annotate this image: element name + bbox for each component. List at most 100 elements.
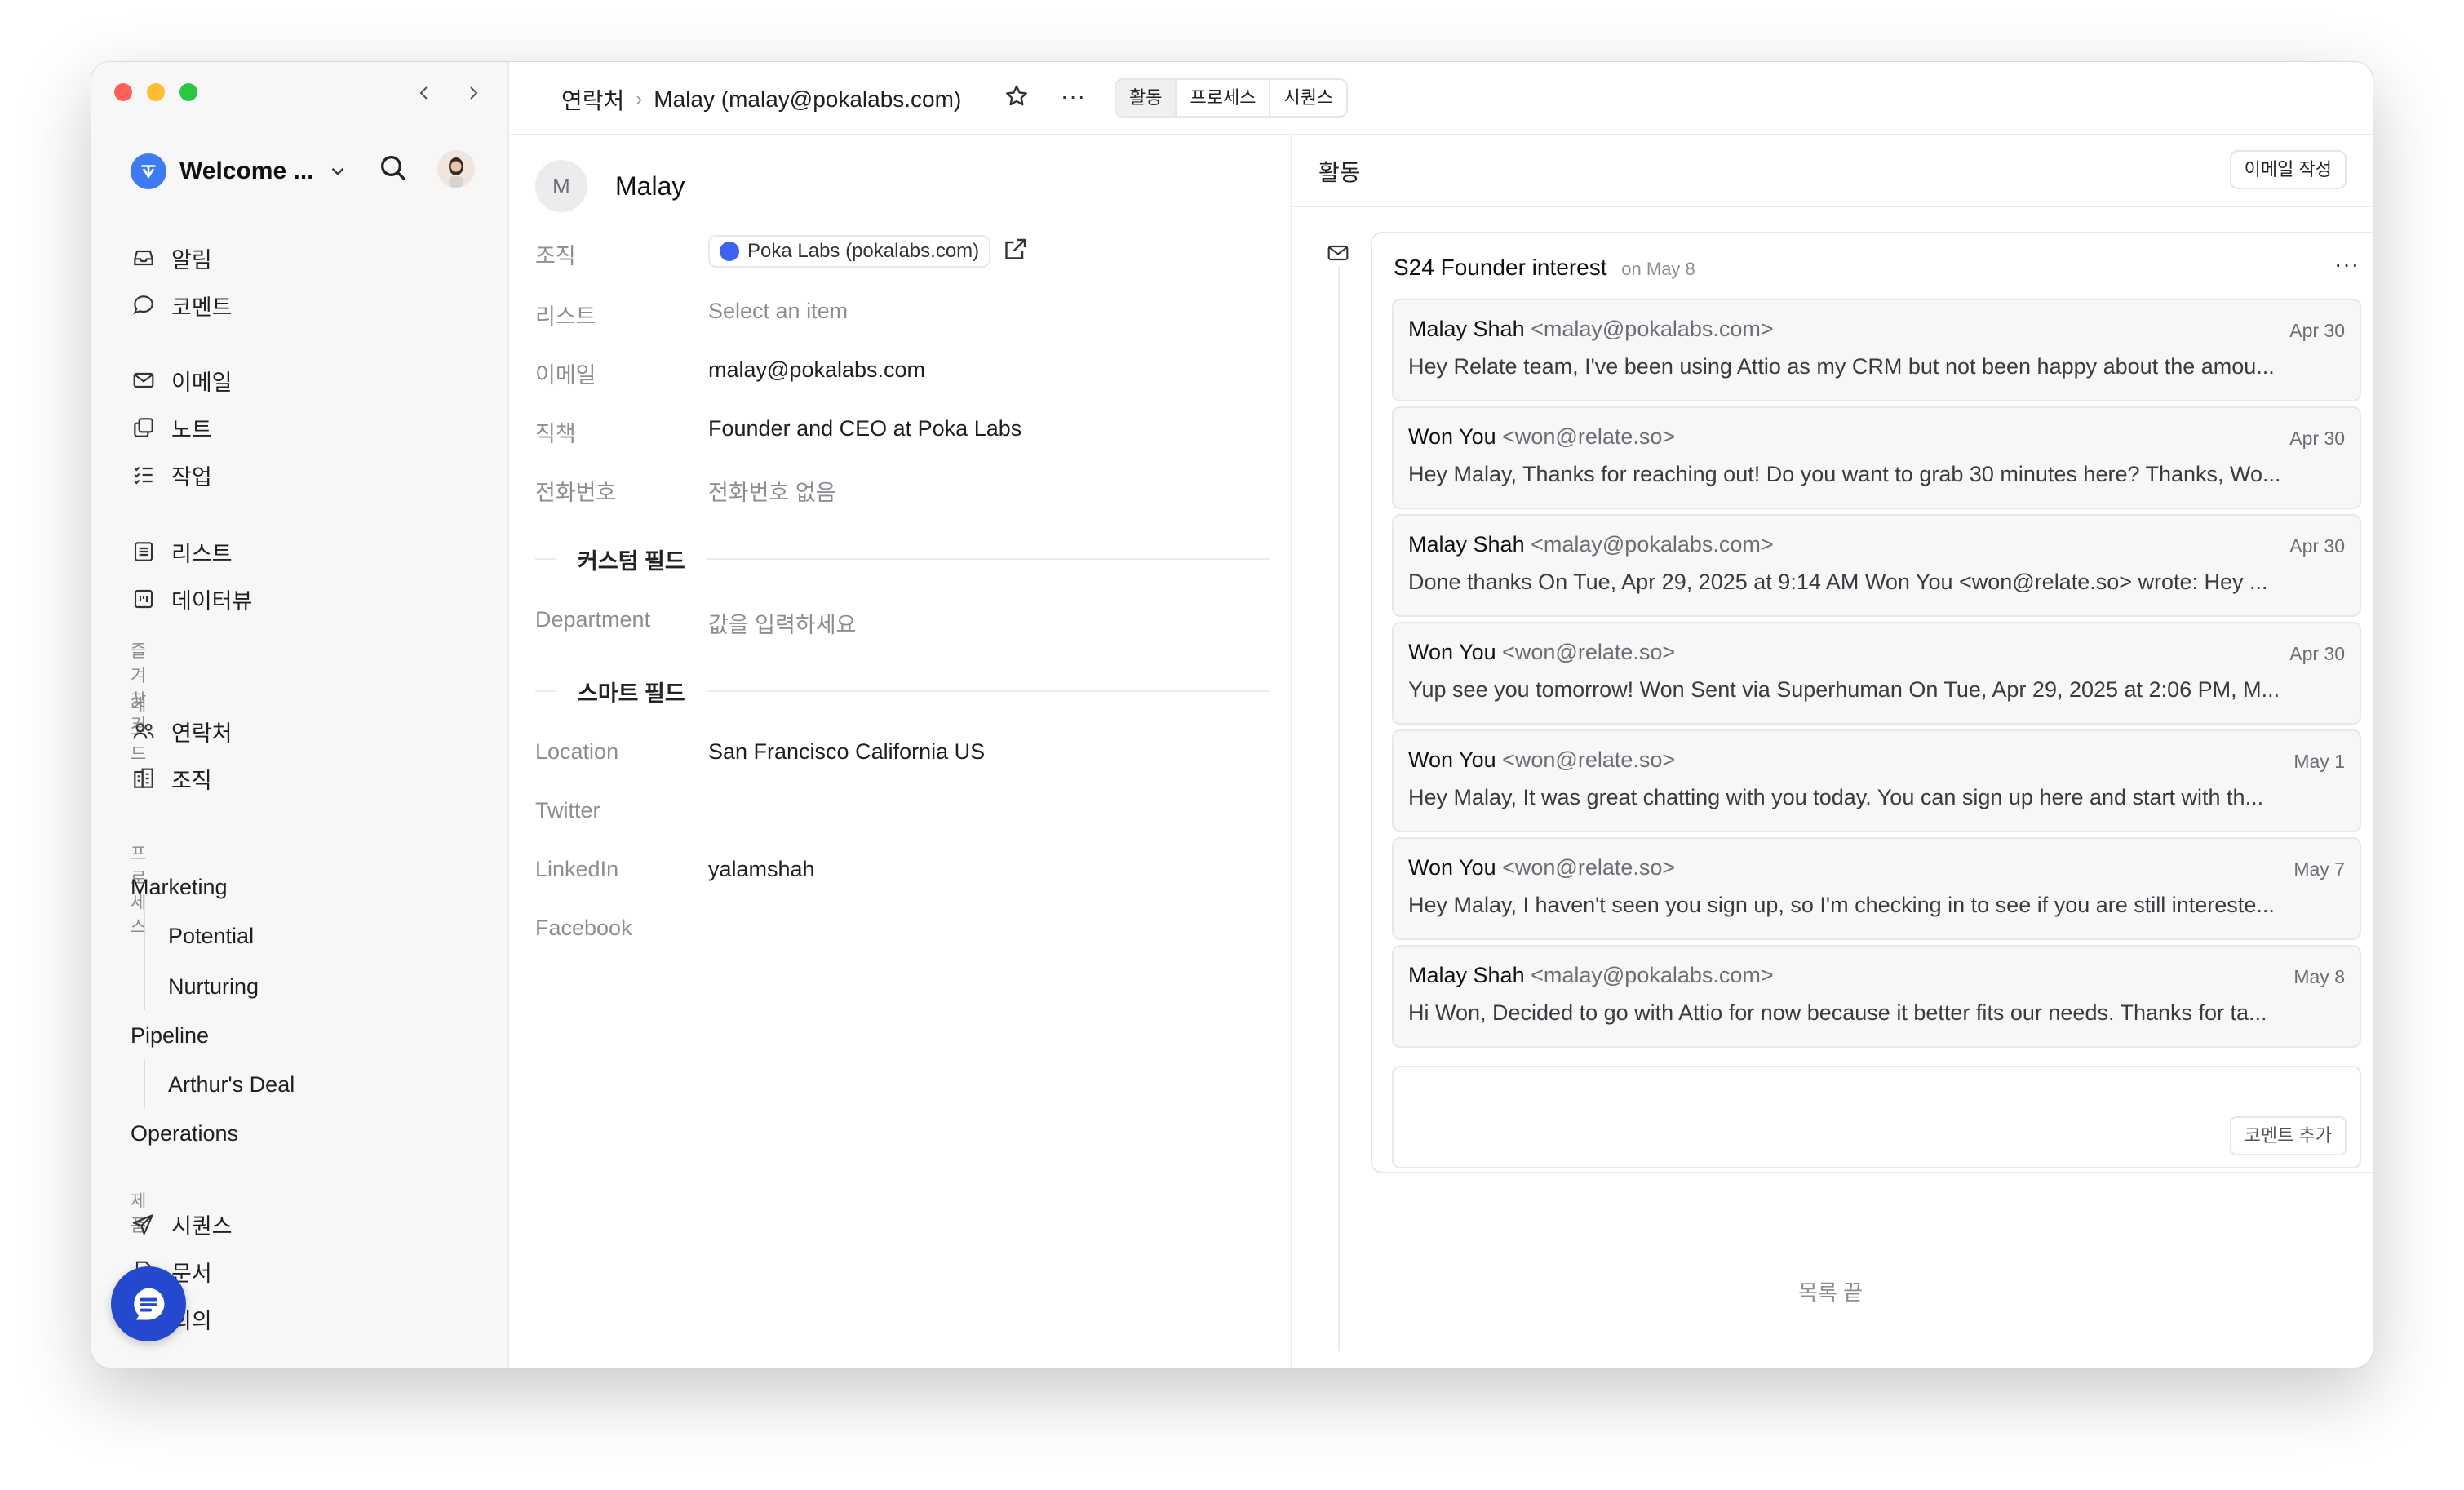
email-snippet: Yup see you tomorrow! Won Sent via Super… <box>1408 677 2280 702</box>
close-window-button[interactable] <box>114 83 132 101</box>
workspace-switcher[interactable]: Welcome ... <box>131 153 348 189</box>
phone-value[interactable]: 전화번호 없음 <box>708 475 836 507</box>
building-icon <box>134 768 153 788</box>
search-icon[interactable] <box>377 152 410 184</box>
email-item[interactable]: Won You <won@relate.so> May 7 Hey Malay,… <box>1392 837 2361 940</box>
sender-address: <won@relate.so> <box>1502 640 1676 664</box>
email-date: Apr 30 <box>2289 428 2345 449</box>
sidebar-item-comments[interactable]: 코멘트 <box>131 289 233 322</box>
sender-address: <malay@pokalabs.com> <box>1531 532 1774 557</box>
thread-title[interactable]: S24 Founder interest on May 8 <box>1394 255 1695 281</box>
sidebar-item-dataview[interactable]: 데이터뷰 <box>131 583 252 615</box>
email-item[interactable]: Malay Shah <malay@pokalabs.com> Apr 30 H… <box>1392 299 2361 401</box>
minimize-window-button[interactable] <box>147 83 165 101</box>
activity-title: 활동 <box>1318 160 1361 185</box>
email-sender: Won You <won@relate.so> <box>1408 855 1675 880</box>
more-options-icon[interactable]: ··· <box>1061 83 1086 109</box>
process-operations[interactable]: Operations <box>131 1121 238 1146</box>
tab-process[interactable]: 프로세스 <box>1175 80 1270 116</box>
send-icon <box>132 1214 153 1235</box>
record-header: 연락처 › Malay (malay@pokalabs.com) ··· 활동 … <box>507 62 2373 135</box>
email-sender: Won You <won@relate.so> <box>1408 424 1675 450</box>
breadcrumb-separator-icon: › <box>636 88 643 110</box>
maximize-window-button[interactable] <box>179 83 197 101</box>
email-item[interactable]: Won You <won@relate.so> Apr 30 Hey Malay… <box>1392 406 2361 509</box>
email-date: Apr 30 <box>2289 320 2345 341</box>
process-child-potential[interactable]: Potential <box>168 924 254 949</box>
support-chat-button[interactable] <box>111 1266 186 1341</box>
sidebar-item-label: 코멘트 <box>171 295 233 320</box>
field-label-email: 이메일 <box>535 363 596 388</box>
sidebar-item-contacts[interactable]: 연락처 <box>131 715 233 747</box>
email-snippet: Hey Relate team, I've been using Attio a… <box>1408 354 2275 379</box>
contact-name[interactable]: Malay <box>615 171 685 202</box>
list-icon <box>134 542 153 561</box>
sidebar-item-notes[interactable]: 노트 <box>131 411 212 444</box>
user-avatar[interactable] <box>437 150 475 188</box>
thread-date: on May 8 <box>1621 259 1695 279</box>
sidebar-item-tasks[interactable]: 작업 <box>131 459 212 491</box>
thread-more-icon[interactable]: ··· <box>2334 251 2360 277</box>
sidebar-item-label: 조직 <box>171 768 212 793</box>
process-marketing[interactable]: Marketing <box>131 875 228 900</box>
contact-detail-panel: M Malay 조직 Poka Labs (pokalabs.com) 리스트 … <box>507 134 1292 1368</box>
email-value[interactable]: malay@pokalabs.com <box>708 357 925 383</box>
breadcrumb-current: Malay (malay@pokalabs.com) <box>654 86 962 112</box>
process-pipeline[interactable]: Pipeline <box>131 1023 209 1049</box>
sender-name: Malay Shah <box>1408 963 1525 987</box>
email-snippet: Hey Malay, It was great chatting with yo… <box>1408 785 2264 809</box>
job-title-value[interactable]: Founder and CEO at Poka Labs <box>708 416 1021 441</box>
sender-address: <won@relate.so> <box>1502 424 1676 449</box>
email-date: May 8 <box>2293 966 2345 987</box>
inbox-icon <box>134 250 153 266</box>
email-date: May 7 <box>2293 858 2345 880</box>
email-snippet: Hey Malay, I haven't seen you sign up, s… <box>1408 893 2275 917</box>
sidebar-item-email[interactable]: 이메일 <box>131 364 233 397</box>
sidebar-item-lists[interactable]: 리스트 <box>131 535 233 568</box>
sidebar-item-label: 리스트 <box>171 541 233 566</box>
custom-fields-title: 커스텀 필드 <box>556 543 707 575</box>
sidebar-item-label: 데이터뷰 <box>171 588 253 614</box>
timeline-line <box>1338 266 1340 1351</box>
sender-address: <won@relate.so> <box>1502 747 1676 772</box>
email-snippet: Done thanks On Tue, Apr 29, 2025 at 9:14… <box>1408 570 2268 594</box>
sidebar-item-organizations[interactable]: 조직 <box>131 762 212 795</box>
sender-name: Malay Shah <box>1408 532 1525 557</box>
email-sender: Won You <won@relate.so> <box>1408 640 1675 665</box>
sidebar-item-sequences[interactable]: 시퀀스 <box>131 1208 233 1240</box>
contact-avatar: M <box>535 160 587 212</box>
people-icon <box>133 723 154 739</box>
breadcrumb-root[interactable]: 연락처 <box>561 83 624 116</box>
email-sender: Malay Shah <malay@pokalabs.com> <box>1408 963 1774 988</box>
email-item[interactable]: Won You <won@relate.so> May 1 Hey Malay,… <box>1392 729 2361 832</box>
linkedin-value[interactable]: yalamshah <box>708 857 815 882</box>
process-child-arthurs-deal[interactable]: Arthur's Deal <box>168 1072 295 1098</box>
compose-email-button[interactable]: 이메일 작성 <box>2229 150 2347 189</box>
end-of-list-label: 목록 끝 <box>1798 1280 1863 1305</box>
activity-panel: 활동 이메일 작성 S24 Founder interest on May 8 … <box>1292 134 2373 1368</box>
star-icon[interactable] <box>1002 82 1031 111</box>
field-label-title: 직책 <box>535 422 576 446</box>
app-window: Welcome ... 알림 코멘트 이메일 노트 작업 리스트 데이터뷰 즐겨… <box>91 62 2373 1368</box>
organization-chip[interactable]: Poka Labs (pokalabs.com) <box>708 235 991 268</box>
process-child-nurturing[interactable]: Nurturing <box>168 974 259 1000</box>
list-select[interactable]: Select an item <box>708 299 848 324</box>
external-link-icon[interactable] <box>1000 235 1030 264</box>
forward-arrow-icon[interactable] <box>463 83 483 103</box>
comment-input[interactable]: 코멘트 추가 <box>1392 1066 2361 1168</box>
email-item[interactable]: Malay Shah <malay@pokalabs.com> Apr 30 D… <box>1392 514 2361 617</box>
field-label-phone: 전화번호 <box>535 481 617 505</box>
add-comment-button[interactable]: 코멘트 추가 <box>2229 1116 2347 1155</box>
tab-activity[interactable]: 활동 <box>1116 80 1176 116</box>
sender-name: Won You <box>1408 747 1496 772</box>
sidebar-item-label: 노트 <box>171 417 212 442</box>
back-arrow-icon[interactable] <box>414 83 434 103</box>
email-item[interactable]: Won You <won@relate.so> Apr 30 Yup see y… <box>1392 622 2361 725</box>
email-item[interactable]: Malay Shah <malay@pokalabs.com> May 8 Hi… <box>1392 945 2361 1048</box>
location-value[interactable]: San Francisco California US <box>708 739 985 765</box>
sender-address: <malay@pokalabs.com> <box>1531 317 1774 341</box>
tab-sequence[interactable]: 시퀀스 <box>1269 80 1347 116</box>
department-input[interactable]: 값을 입력하세요 <box>708 607 856 639</box>
field-label-department: Department <box>535 607 651 632</box>
sidebar-item-notifications[interactable]: 알림 <box>131 242 212 274</box>
